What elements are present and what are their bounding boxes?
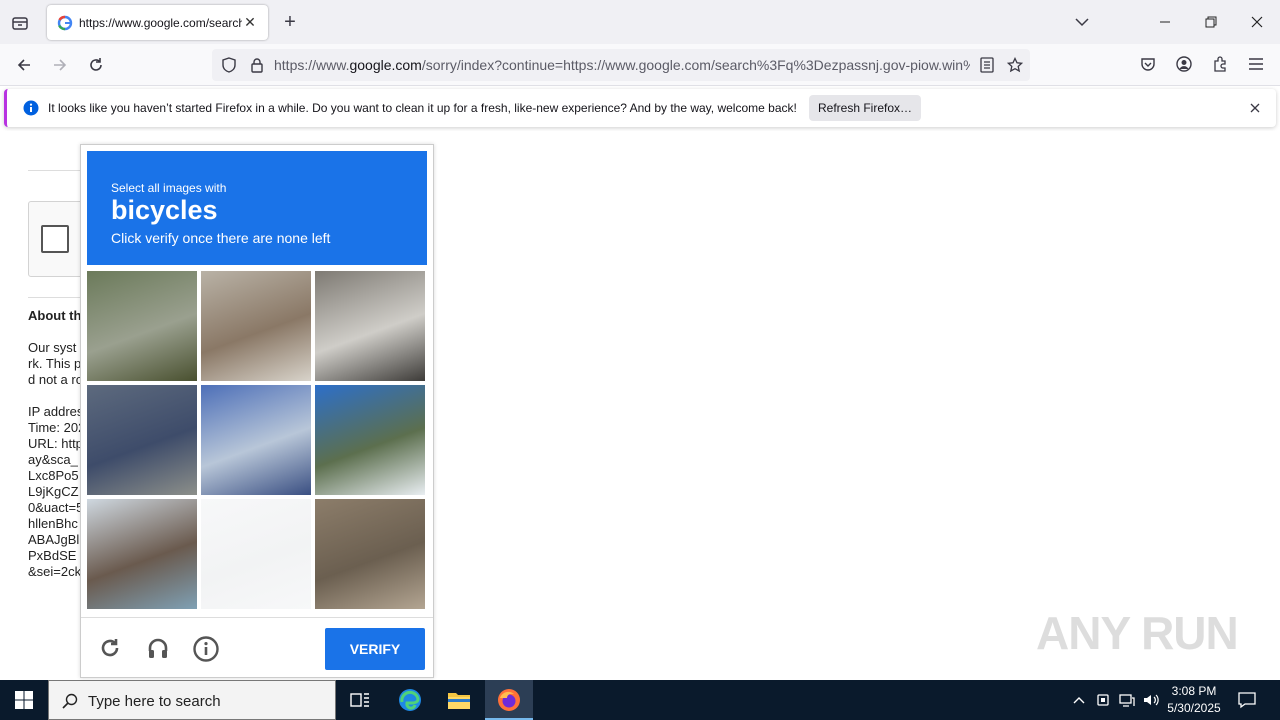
tab-strip: https://www.google.com/search ✕ + [0, 0, 1280, 44]
task-view-icon[interactable] [346, 688, 374, 712]
search-placeholder: Type here to search [88, 693, 221, 710]
chevron-down-icon[interactable] [1072, 12, 1092, 32]
tab-title: https://www.google.com/search [79, 15, 242, 30]
pocket-icon[interactable] [1138, 54, 1158, 74]
challenge-footer: VERIFY [81, 617, 433, 677]
anyrun-watermark: ANY RUN [1036, 607, 1239, 659]
volume-icon[interactable] [1141, 690, 1161, 710]
firefox-taskbar-button[interactable] [485, 680, 533, 720]
image-tile[interactable] [315, 499, 425, 609]
divider [28, 170, 88, 171]
clock-date: 5/30/2025 [1167, 701, 1221, 715]
windows-start-icon[interactable] [0, 680, 48, 720]
challenge-target: bicycles [111, 195, 218, 225]
bookmark-star-icon[interactable] [1006, 56, 1024, 74]
image-tile[interactable] [87, 271, 197, 381]
chevron-up-icon[interactable] [1070, 690, 1088, 710]
reload-challenge-icon[interactable] [97, 635, 123, 661]
explanation-text: Our syst rk. This p d not a ro [28, 340, 83, 387]
close-tab-icon[interactable]: ✕ [242, 14, 258, 31]
image-tile[interactable] [315, 385, 425, 495]
image-tile[interactable] [201, 499, 311, 609]
image-tile[interactable] [87, 385, 197, 495]
about-heading: About th [28, 308, 82, 323]
forward-icon [48, 54, 72, 76]
divider [28, 297, 88, 298]
reader-view-icon[interactable] [978, 56, 996, 74]
account-icon[interactable] [1174, 54, 1194, 74]
extensions-icon[interactable] [1210, 54, 1230, 74]
recaptcha-checkbox-box [28, 201, 88, 277]
back-icon[interactable] [12, 54, 36, 76]
network-icon[interactable] [1117, 690, 1137, 710]
notifications-icon[interactable] [1236, 689, 1258, 711]
instruction-subline: Click verify once there are none left [111, 230, 331, 246]
image-tile[interactable] [87, 499, 197, 609]
image-tile[interactable] [201, 271, 311, 381]
refresh-firefox-notification: It looks like you haven’t started Firefo… [4, 89, 1276, 127]
tab-google-search[interactable]: https://www.google.com/search ✕ [47, 5, 268, 40]
minimize-icon[interactable] [1154, 12, 1176, 32]
reload-icon[interactable] [84, 54, 108, 76]
taskbar-clock[interactable]: 3:08 PM 5/30/2025 [1163, 683, 1225, 717]
taskbar: Type here to search 3:08 PM 5/30/2025 [0, 680, 1280, 720]
recaptcha-checkbox[interactable] [41, 225, 69, 253]
headphones-icon[interactable] [145, 635, 171, 661]
clock-time: 3:08 PM [1171, 684, 1217, 698]
image-tile[interactable] [315, 271, 425, 381]
url-text[interactable]: https://www.google.com/sorry/index?conti… [274, 57, 970, 73]
google-icon [57, 15, 73, 31]
challenge-header: Select all images with bicycles Click ve… [87, 151, 427, 265]
url-bar[interactable]: https://www.google.com/sorry/index?conti… [212, 49, 1030, 81]
navigation-toolbar: https://www.google.com/sorry/index?conti… [0, 44, 1280, 86]
recaptcha-challenge: Select all images with bicycles Click ve… [80, 144, 434, 678]
request-details: IP addres Time: 202 URL: http ay&sca_ Lx… [28, 404, 86, 579]
refresh-firefox-button[interactable]: Refresh Firefox… [809, 95, 921, 121]
new-tab-icon[interactable]: + [280, 11, 300, 33]
list-all-tabs-icon[interactable] [8, 12, 32, 34]
notification-message: It looks like you haven’t started Firefo… [48, 101, 797, 115]
verify-button[interactable]: VERIFY [325, 628, 425, 670]
device-icon[interactable] [1094, 690, 1112, 710]
close-window-icon[interactable] [1246, 12, 1268, 32]
restore-icon[interactable] [1200, 12, 1222, 32]
shield-icon[interactable] [220, 56, 238, 74]
instruction-line: Select all images with [111, 181, 227, 195]
file-explorer-icon[interactable] [445, 686, 473, 714]
taskbar-search[interactable]: Type here to search [48, 680, 336, 720]
lock-icon[interactable] [248, 56, 266, 74]
edge-icon[interactable] [396, 686, 424, 714]
firefox-icon [495, 686, 523, 714]
image-tile[interactable] [201, 385, 311, 495]
search-icon [61, 692, 79, 710]
close-notification-icon[interactable] [1247, 100, 1263, 116]
info-icon [23, 100, 39, 116]
hamburger-menu-icon[interactable] [1246, 54, 1266, 74]
info-icon[interactable] [192, 635, 220, 663]
